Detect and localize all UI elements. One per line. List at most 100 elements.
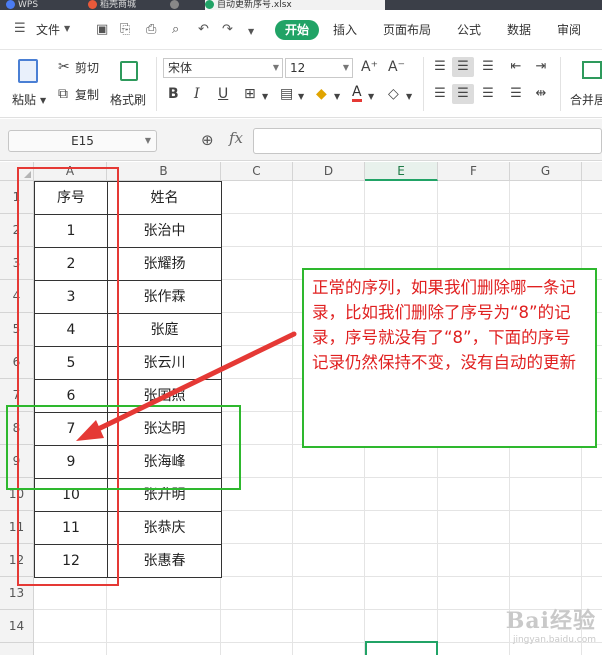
spreadsheet-icon — [205, 0, 214, 9]
name-box[interactable]: E15 ▼ — [8, 130, 157, 152]
formula-input[interactable] — [253, 128, 602, 154]
decrease-indent-icon[interactable]: ⇤ — [505, 57, 527, 77]
cut-icon[interactable]: ✂ — [58, 59, 70, 75]
chevron-down-icon[interactable]: ▼ — [368, 89, 374, 105]
ribbon-divider — [156, 57, 157, 111]
zoom-icon[interactable]: ⊕ — [201, 131, 214, 149]
ribbon-divider — [560, 57, 561, 111]
increase-indent-icon[interactable]: ⇥ — [530, 57, 552, 77]
chevron-down-icon[interactable]: ▼ — [262, 89, 268, 105]
tab-page-layout[interactable]: 页面布局 — [383, 23, 431, 37]
ribbon-home: 粘贴 ▼ ✂ 剪切 ⧉ 复制 格式刷 宋体 ▼ 12 ▼ A⁺ A⁻ B I U ⊞… — [0, 51, 602, 118]
menu-file[interactable]: 文件 — [36, 23, 60, 37]
highlight-rows-7-9 — [6, 405, 241, 490]
font-name-select[interactable]: 宋体 ▼ — [163, 58, 283, 78]
annotation-callout: 正常的序列，如果我们删除哪一条记录，比如我们删除了序号为“8”的记录，序号就没有… — [302, 268, 597, 448]
wps-icon — [6, 0, 15, 9]
italic-icon[interactable]: I — [194, 86, 200, 102]
table-cell-name[interactable]: 张治中 — [108, 215, 222, 248]
save-icon[interactable]: ▣ — [96, 23, 108, 37]
cell-style-icon[interactable]: ▤ — [280, 86, 293, 102]
insert-function-button[interactable]: fx — [229, 129, 243, 147]
hamburger-menu-icon[interactable]: ☰ — [14, 22, 26, 36]
active-cell-e15[interactable] — [365, 641, 438, 655]
formula-bar: E15 ▼ ⊕ fx — [0, 119, 602, 161]
merge-label: 合并居 — [570, 93, 602, 107]
table-cell-name[interactable]: 张云川 — [108, 347, 222, 380]
borders-icon[interactable]: ⊞ — [244, 86, 256, 102]
column-header-e[interactable]: E — [365, 162, 438, 181]
chevron-down-icon: ▼ — [144, 136, 151, 145]
column-header-b[interactable]: B — [107, 162, 221, 181]
chevron-down-icon[interactable]: ▼ — [64, 22, 70, 36]
tab-data[interactable]: 数据 — [507, 23, 531, 37]
grow-font-button[interactable]: A⁺ — [361, 59, 378, 75]
tab-active-workbook[interactable]: 自动更新序号.xlsx — [205, 0, 385, 10]
column-header-f[interactable]: F — [438, 162, 510, 181]
table-cell-name[interactable]: 张耀扬 — [108, 248, 222, 281]
tab-wps[interactable]: WPS — [6, 0, 50, 10]
chevron-down-icon[interactable]: ▼ — [406, 89, 412, 105]
merge-icon — [582, 61, 602, 79]
redo-icon[interactable]: ↷ — [222, 23, 233, 37]
watermark: Bai经验 jingyan.baidu.com — [506, 603, 596, 645]
column-header-h[interactable] — [582, 162, 602, 181]
column-header-g[interactable]: G — [510, 162, 582, 181]
bold-icon[interactable]: B — [168, 86, 179, 102]
undo-icon[interactable]: ↶ — [198, 23, 209, 37]
paste-label: 粘贴 — [12, 93, 37, 107]
menu-bar: ☰ 文件 ▼ ▣ ⎘ ⎙ ⌕ ↶ ↷ ▼ 开始 插入 页面布局 公式 数据 审阅 — [0, 10, 602, 50]
clear-format-icon[interactable]: ◇ — [388, 86, 399, 102]
tab-insert[interactable]: 插入 — [333, 23, 357, 37]
tab-home[interactable]: 开始 — [275, 20, 319, 40]
docer-icon — [88, 0, 97, 9]
format-painter-label: 格式刷 — [110, 93, 147, 107]
tab-docer[interactable]: 稻壳商城 — [88, 0, 158, 10]
copy-icon[interactable]: ⧉ — [58, 86, 68, 102]
tab-review[interactable]: 审阅 — [557, 23, 581, 37]
copy-button[interactable]: 复制 — [75, 88, 99, 102]
shrink-font-button[interactable]: A⁻ — [388, 59, 405, 75]
table-header-name[interactable]: 姓名 — [108, 182, 222, 215]
chevron-down-icon: ▼ — [342, 63, 349, 72]
column-header-c[interactable]: C — [221, 162, 293, 181]
align-middle-icon[interactable]: ☰ — [452, 57, 474, 77]
table-cell-name[interactable]: 张作霖 — [108, 281, 222, 314]
align-right-icon[interactable]: ☰ — [477, 84, 499, 104]
format-painter-button[interactable]: 格式刷 — [110, 57, 150, 113]
chevron-down-icon[interactable]: ▼ — [334, 89, 340, 105]
align-left-icon[interactable]: ☰ — [429, 84, 451, 104]
column-header-d[interactable]: D — [293, 162, 365, 181]
highlight-column-a — [17, 167, 119, 586]
justify-icon[interactable]: ☰ — [505, 84, 527, 104]
align-bottom-icon[interactable]: ☰ — [477, 57, 499, 77]
tab-formulas[interactable]: 公式 — [457, 23, 481, 37]
paste-button[interactable]: 粘贴 ▼ — [10, 57, 46, 113]
merge-center-button[interactable]: 合并居 — [566, 57, 602, 113]
chevron-down-icon[interactable]: ▼ — [298, 89, 304, 105]
cut-button[interactable]: 剪切 — [75, 61, 99, 75]
align-center-icon[interactable]: ☰ — [452, 84, 474, 104]
paste-dropdown-icon: ▼ — [40, 96, 47, 105]
print-preview-icon[interactable]: ⌕ — [172, 23, 179, 37]
tab-third[interactable] — [170, 0, 196, 10]
table-cell-name[interactable]: 张惠春 — [108, 545, 222, 578]
window-tab-strip: WPS 稻壳商城 自动更新序号.xlsx — [0, 0, 602, 10]
annotation-text: 正常的序列，如果我们删除哪一条记录，比如我们删除了序号为“8”的记录，序号就没有… — [312, 278, 576, 372]
font-color-icon[interactable]: A — [352, 85, 362, 102]
row-header-15[interactable] — [0, 643, 34, 655]
customize-toolbar-icon[interactable]: ▼ — [248, 25, 254, 39]
font-size-select[interactable]: 12 ▼ — [285, 58, 353, 78]
worksheet-grid: A B C D E F G 1 2 3 4 5 6 7 8 9 10 11 12… — [0, 162, 602, 655]
distribute-icon[interactable]: ⇹ — [530, 84, 552, 104]
fill-color-icon[interactable]: ◆ — [316, 86, 327, 102]
table-cell-name[interactable]: 张庭 — [108, 314, 222, 347]
align-top-icon[interactable]: ☰ — [429, 57, 451, 77]
row-header-14[interactable]: 14 — [0, 610, 34, 643]
print-icon[interactable]: ⎙ — [146, 23, 156, 37]
format-painter-icon — [120, 61, 138, 81]
export-icon[interactable]: ⎘ — [120, 23, 130, 37]
table-cell-name[interactable]: 张恭庆 — [108, 512, 222, 545]
paste-icon — [18, 59, 38, 83]
underline-icon[interactable]: U — [218, 86, 228, 102]
